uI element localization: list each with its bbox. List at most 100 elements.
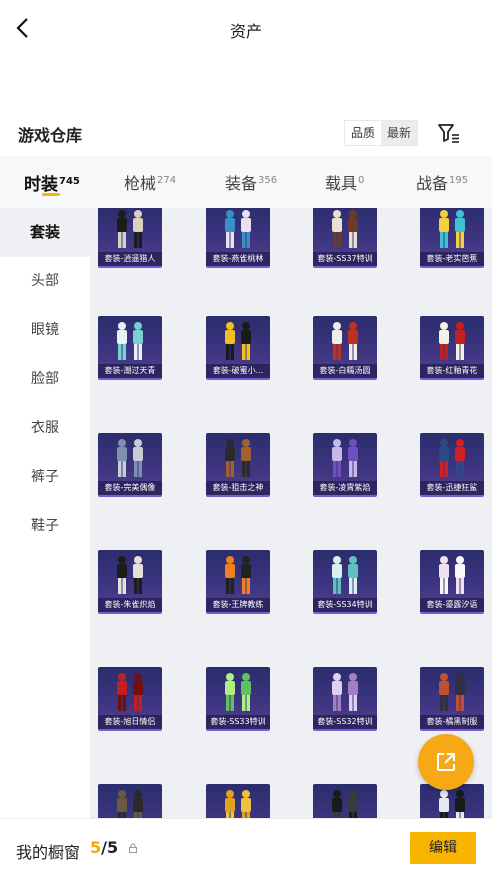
outfit-card[interactable]: 套装-SS33特训	[206, 667, 270, 731]
outfit-card[interactable]: 套装-朱雀炽焰	[98, 550, 162, 614]
outfit-name: 套装-鎏露汐语	[420, 598, 484, 612]
tab-equipment[interactable]: 装备356	[225, 170, 277, 200]
outfit-card[interactable]: 套装-旭日情侣	[98, 667, 162, 731]
sidebar-item-head[interactable]: 头部	[0, 257, 90, 306]
tab-label: 装备	[225, 174, 258, 193]
showcase-total: /5	[101, 838, 119, 857]
outfit-name: 套装-迅捷狂鲨	[420, 481, 484, 495]
outfit-card[interactable]: 套装-燕雀桃林	[206, 208, 270, 268]
outfit-figure	[332, 322, 358, 360]
tab-guns[interactable]: 枪械274	[124, 170, 176, 200]
sidebar-item-suit[interactable]: 套装	[0, 208, 90, 257]
outfit-figure	[332, 790, 358, 818]
sort-quality-button[interactable]: 品质	[345, 121, 381, 145]
outfit-card[interactable]: 套装-迅捷狂鲨	[420, 433, 484, 497]
tab-label: 时装	[24, 175, 58, 195]
outfit-card[interactable]: 套装-凌霄紫焰	[313, 433, 377, 497]
outfit-figure	[225, 439, 251, 477]
outfit-name: 套装-潮过天青	[98, 364, 162, 378]
bottom-bar: 我的橱窗 5/5 编辑	[0, 818, 492, 876]
outfit-figure	[332, 673, 358, 711]
page-title: 资产	[229, 22, 262, 41]
outfit-card[interactable]: 套装-王牌教练	[206, 550, 270, 614]
outfit-card[interactable]	[98, 784, 162, 818]
tab-vehicles[interactable]: 载具0	[325, 170, 364, 200]
filter-icon	[438, 124, 459, 143]
outfit-figure	[117, 210, 143, 248]
outfit-name: 套装-燕雀桃林	[206, 252, 270, 266]
outfit-name: 套装-SS33特训	[206, 715, 270, 729]
filter-button[interactable]	[436, 120, 462, 146]
outfit-figure	[225, 790, 251, 818]
tab-count: 195	[449, 174, 469, 186]
outfit-figure	[439, 322, 465, 360]
outfit-figure	[225, 322, 251, 360]
outfit-figure	[117, 322, 143, 360]
outfit-name: 套装-橘黑制服	[420, 715, 484, 729]
sidebar-item-glasses[interactable]: 眼镜	[0, 306, 90, 355]
showcase-label: 我的橱窗	[16, 843, 81, 862]
outfit-card[interactable]: 套装-SS37特训	[313, 208, 377, 268]
warehouse-header: 游戏仓库 品质 最新	[0, 112, 492, 154]
outfit-name: 套装-SS37特训	[313, 252, 377, 266]
sidebar: 套装 头部 眼镜 脸部 衣服 裤子 鞋子	[0, 208, 90, 818]
outfit-figure	[332, 439, 358, 477]
outfit-card[interactable]: 套装-橘黑制服	[420, 667, 484, 731]
outfit-name: 套装-破蜜小...	[206, 364, 270, 378]
outfit-card[interactable]: 套装-红釉青花	[420, 316, 484, 380]
outfit-name: 套装-凌霄紫焰	[313, 481, 377, 495]
outfit-name: 套装-完美偶像	[98, 481, 162, 495]
outfit-card[interactable]: 套装-SS34特训	[313, 550, 377, 614]
tab-count: 745	[59, 175, 80, 187]
outfit-figure	[439, 439, 465, 477]
lock-icon	[129, 843, 137, 853]
outfit-card[interactable]: 套装-老实芭蕉	[420, 208, 484, 268]
tab-supplies[interactable]: 战备195	[416, 170, 468, 200]
outfit-name: 套装-红釉青花	[420, 364, 484, 378]
outfit-card[interactable]	[313, 784, 377, 818]
outfit-figure	[439, 556, 465, 594]
sidebar-item-shoes[interactable]: 鞋子	[0, 502, 90, 551]
outfit-card[interactable]: 套装-狙击之神	[206, 433, 270, 497]
tab-label: 载具	[325, 174, 358, 193]
sidebar-item-clothes[interactable]: 衣服	[0, 404, 90, 453]
sort-latest-button[interactable]: 最新	[381, 121, 417, 145]
outfit-figure	[439, 210, 465, 248]
section-title: 游戏仓库	[18, 126, 83, 145]
sidebar-item-pants[interactable]: 裤子	[0, 453, 90, 502]
outfit-card[interactable]: 套装-SS32特训	[313, 667, 377, 731]
active-tab-indicator	[42, 193, 60, 196]
outfit-figure	[225, 210, 251, 248]
outfit-figure	[332, 556, 358, 594]
outfit-figure	[332, 210, 358, 248]
outfit-figure	[117, 790, 143, 818]
showcase-current: 5	[90, 838, 102, 857]
outfit-figure	[225, 673, 251, 711]
outfit-card[interactable]: 套装-逍遥猎人	[98, 208, 162, 268]
edit-button[interactable]: 编辑	[410, 832, 476, 864]
outfit-name: 套装-SS34特训	[313, 598, 377, 612]
outfit-name: 套装-朱雀炽焰	[98, 598, 162, 612]
category-tabs: 时装745 枪械274 装备356 载具0 战备195	[0, 156, 492, 208]
item-grid: 套装-逍遥猎人 套装-燕雀桃林 套装-SS37特训 套装-老实芭蕉 套装-潮过天青 套装-…	[90, 208, 492, 818]
outfit-figure	[117, 556, 143, 594]
outfit-name: 套装-王牌教练	[206, 598, 270, 612]
outfit-card[interactable]: 套装-破蜜小...	[206, 316, 270, 380]
tab-count: 274	[157, 174, 177, 186]
outfit-figure	[117, 673, 143, 711]
outfit-card[interactable]: 套装-鎏露汐语	[420, 550, 484, 614]
outfit-card[interactable]: 套装-完美偶像	[98, 433, 162, 497]
tab-label: 战备	[416, 174, 449, 193]
sidebar-item-face[interactable]: 脸部	[0, 355, 90, 404]
share-button[interactable]	[418, 734, 474, 790]
outfit-card[interactable]: 套装-白糯汤圆	[313, 316, 377, 380]
outfit-card[interactable]	[206, 784, 270, 818]
outfit-figure	[117, 439, 143, 477]
top-bar: 资产	[0, 0, 492, 58]
outfit-name: 套装-SS32特训	[313, 715, 377, 729]
outfit-card[interactable]: 套装-潮过天青	[98, 316, 162, 380]
tab-count: 0	[358, 174, 365, 186]
sort-toggle: 品质 最新	[344, 120, 418, 146]
tab-count: 356	[258, 174, 278, 186]
outfit-name: 套装-狙击之神	[206, 481, 270, 495]
